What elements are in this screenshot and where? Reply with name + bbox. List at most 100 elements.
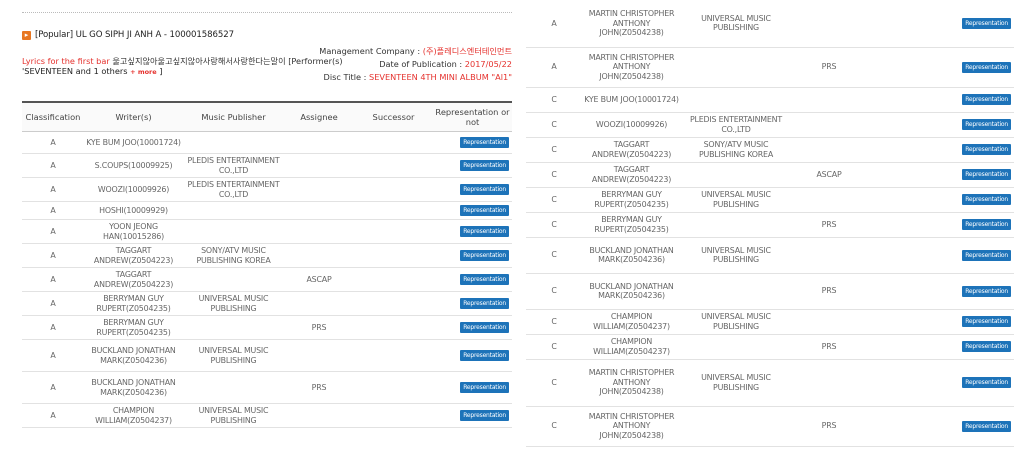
successor-cell bbox=[354, 371, 433, 404]
representation-button[interactable]: Representation bbox=[962, 249, 1011, 261]
assignee-cell: ASCAP bbox=[791, 162, 867, 188]
table-row: A BERRYMAN GUY RUPERT(Z0504235) UNIVERSAL … bbox=[22, 291, 512, 316]
representation-button[interactable]: Representation bbox=[962, 194, 1011, 205]
representation-button[interactable]: Representation bbox=[460, 205, 509, 216]
representation-button[interactable]: Representation bbox=[962, 17, 1011, 29]
assignee-cell bbox=[284, 219, 354, 244]
dotted-divider bbox=[22, 12, 512, 13]
representation-cell: Representation bbox=[937, 273, 1014, 310]
song-title: ▸ [Popular] UL GO SIPH JI ANH A - 100001… bbox=[22, 30, 512, 40]
writer-cell: BUCKLAND JONATHAN MARK(Z0504236) bbox=[582, 237, 681, 274]
representation-button[interactable]: Representation bbox=[962, 94, 1011, 105]
classification-cell: A bbox=[526, 0, 582, 48]
successor-cell bbox=[354, 201, 433, 220]
table-row: C MARTIN CHRISTOPHER ANTHONY JOHN(Z050423… bbox=[526, 359, 1014, 407]
assignee-cell bbox=[791, 237, 867, 274]
successor-cell bbox=[867, 47, 937, 88]
representation-button[interactable]: Representation bbox=[460, 322, 509, 333]
representation-button[interactable]: Representation bbox=[460, 410, 509, 421]
classification-cell: A bbox=[22, 291, 84, 316]
classification-cell: A bbox=[22, 153, 84, 178]
more-link[interactable]: + more bbox=[130, 68, 157, 76]
classification-cell: A bbox=[22, 403, 84, 428]
col-music-publisher: Music Publisher bbox=[183, 102, 284, 132]
assignee-cell bbox=[791, 187, 867, 213]
assignee-cell: ASCAP bbox=[284, 267, 354, 292]
classification-cell: C bbox=[526, 406, 582, 447]
representation-cell: Representation bbox=[937, 137, 1014, 163]
assignee-cell bbox=[284, 403, 354, 428]
assignee-cell bbox=[284, 177, 354, 202]
representation-cell: Representation bbox=[433, 201, 512, 220]
assignee-cell: PRS bbox=[284, 371, 354, 404]
writer-cell: WOOZI(10009926) bbox=[84, 177, 183, 202]
representation-button[interactable]: Representation bbox=[962, 341, 1011, 352]
classification-cell: A bbox=[22, 219, 84, 244]
classification-cell: C bbox=[526, 334, 582, 360]
left-panel: ▸ [Popular] UL GO SIPH JI ANH A - 100001… bbox=[22, 0, 512, 428]
table-row: A BUCKLAND JONATHAN MARK(Z0504236) PRS Repr… bbox=[22, 371, 512, 404]
representation-button[interactable]: Representation bbox=[962, 219, 1011, 230]
representation-button[interactable]: Representation bbox=[460, 226, 509, 237]
publisher-cell bbox=[183, 201, 284, 220]
writer-cell: MARTIN CHRISTOPHER ANTHONY JOHN(Z0504238… bbox=[582, 359, 681, 407]
successor-cell bbox=[354, 267, 433, 292]
successor-cell bbox=[354, 153, 433, 178]
col-classification: Classification bbox=[22, 102, 84, 132]
publisher-cell bbox=[681, 162, 791, 188]
representation-button[interactable]: Representation bbox=[460, 274, 509, 285]
successor-cell bbox=[867, 359, 937, 407]
publisher-cell: UNIVERSAL MUSIC PUBLISHING bbox=[681, 309, 791, 335]
writer-cell: BERRYMAN GUY RUPERT(Z0504235) bbox=[84, 315, 183, 340]
representation-button[interactable]: Representation bbox=[962, 119, 1011, 130]
representation-button[interactable]: Representation bbox=[962, 169, 1011, 180]
representation-button[interactable]: Representation bbox=[962, 61, 1011, 73]
publisher-cell: PLEDIS ENTERTAINMENT CO.,LTD bbox=[183, 153, 284, 178]
assignee-cell: PRS bbox=[791, 273, 867, 310]
writer-cell: KYE BUM JOO(10001724) bbox=[582, 87, 681, 113]
classification-cell: C bbox=[526, 212, 582, 238]
disc-title: Disc Title : SEVENTEEN 4TH MINI ALBUM "A… bbox=[319, 71, 512, 84]
classification-cell: C bbox=[526, 273, 582, 310]
classification-cell: C bbox=[526, 187, 582, 213]
table-row: A TAGGART ANDREW(Z0504223) ASCAP Representa… bbox=[22, 267, 512, 292]
publisher-cell: PLEDIS ENTERTAINMENT CO.,LTD bbox=[183, 177, 284, 202]
publisher-cell: PLEDIS ENTERTAINMENT CO.,LTD bbox=[681, 112, 791, 138]
assignee-cell bbox=[791, 112, 867, 138]
assignee-cell bbox=[284, 153, 354, 178]
representation-cell: Representation bbox=[937, 87, 1014, 113]
representation-button[interactable]: Representation bbox=[460, 350, 509, 361]
classification-cell: A bbox=[22, 267, 84, 292]
table-row: A WOOZI(10009926) PLEDIS ENTERTAINMENT CO.… bbox=[22, 177, 512, 202]
writer-cell: YOON JEONG HAN(10015286) bbox=[84, 219, 183, 244]
table-body: A MARTIN CHRISTOPHER ANTHONY JOHN(Z050423… bbox=[526, 0, 1014, 447]
classification-cell: A bbox=[526, 47, 582, 88]
representation-button[interactable]: Representation bbox=[962, 377, 1011, 388]
representation-button[interactable]: Representation bbox=[962, 420, 1011, 432]
mgmt-label: Management Company : bbox=[319, 46, 421, 56]
representation-cell: Representation bbox=[433, 267, 512, 292]
successor-cell bbox=[867, 309, 937, 335]
successor-cell bbox=[354, 243, 433, 268]
representation-cell: Representation bbox=[433, 371, 512, 404]
assignee-cell bbox=[791, 359, 867, 407]
assignee-cell: PRS bbox=[791, 212, 867, 238]
representation-button[interactable]: Representation bbox=[962, 144, 1011, 155]
representation-button[interactable]: Representation bbox=[460, 298, 509, 309]
representation-button[interactable]: Representation bbox=[460, 137, 509, 148]
writer-cell: BUCKLAND JONATHAN MARK(Z0504236) bbox=[84, 339, 183, 372]
pub-value: 2017/05/22 bbox=[464, 59, 512, 69]
publisher-cell: UNIVERSAL MUSIC PUBLISHING bbox=[681, 359, 791, 407]
table-row: A CHAMPION WILLIAM(Z0504237) UNIVERSAL MUS… bbox=[22, 403, 512, 428]
representation-button[interactable]: Representation bbox=[460, 250, 509, 261]
representation-button[interactable]: Representation bbox=[460, 382, 509, 393]
col-successor: Successor bbox=[354, 102, 433, 132]
representation-cell: Representation bbox=[937, 359, 1014, 407]
representation-button[interactable]: Representation bbox=[962, 285, 1011, 297]
representation-button[interactable]: Representation bbox=[962, 316, 1011, 327]
representation-cell: Representation bbox=[937, 334, 1014, 360]
representation-button[interactable]: Representation bbox=[460, 160, 509, 171]
publisher-cell: UNIVERSAL MUSIC PUBLISHING bbox=[681, 187, 791, 213]
representation-button[interactable]: Representation bbox=[460, 184, 509, 195]
publisher-cell bbox=[183, 371, 284, 404]
